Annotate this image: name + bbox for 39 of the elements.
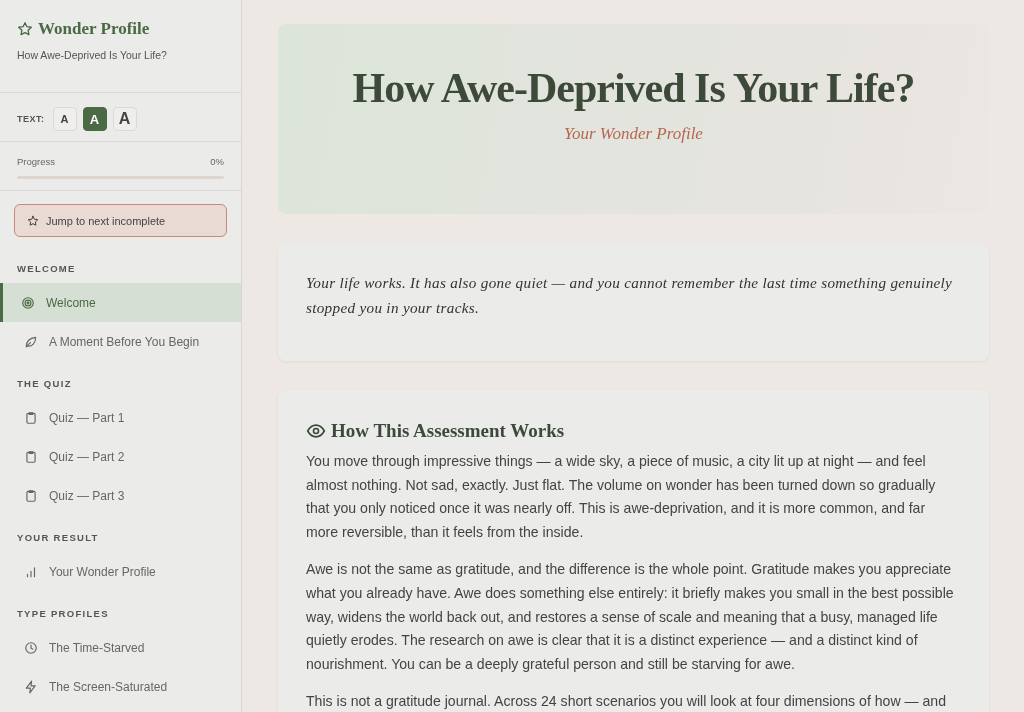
- leaf-icon: [24, 334, 38, 349]
- page-subtitle: Your Wonder Profile: [564, 124, 703, 144]
- text-size-button[interactable]: A: [52, 107, 77, 131]
- star-icon: [17, 21, 33, 37]
- section-heading: WELCOME: [16, 262, 77, 276]
- paragraph: Awe is not the same as gratitude, and the difference is the whole point. Gratitude makes you appreciate what you already have. Awe does something else entirely: it briefly makes you small in the best possible way, widens the world back out, and restores a sense of scale and meaning that a busy, managed life quietly erodes. The research on awe is clear that it is a distinct experience — and a distinct kind of nourishment. You can be a deeply grateful person and still be starving for awe.: [306, 560, 955, 674]
- jump-button[interactable]: Jump to next incomplete: [14, 204, 227, 237]
- lightning-icon: [24, 679, 38, 694]
- section-heading: TYPE PROFILES: [16, 607, 110, 621]
- section-heading: THE QUIZ: [16, 377, 73, 391]
- section-heading: YOUR RESULT: [16, 531, 100, 545]
- clipboard-icon: [24, 488, 38, 503]
- nav-item[interactable]: Quiz — Part 1: [0, 398, 241, 437]
- target-icon: [21, 295, 35, 310]
- nav-item[interactable]: Quiz — Part 3: [0, 476, 241, 515]
- nav-item[interactable]: Quiz — Part 2: [0, 437, 241, 476]
- nav-item[interactable]: The Screen-Saturated: [0, 667, 241, 706]
- progress-label: Progress: [17, 156, 55, 167]
- text-size-button[interactable]: A: [112, 107, 137, 131]
- paragraph: You move through impressive things — a wide sky, a piece of music, a city lit up at night — and feel almost nothing. Not sad, exactly. Just flat. The volume on wonder has been turned down so gradually that you only noticed once it was nearly off. This is awe-deprivation, and it is more common, and far more reversible, than it feels from the inside.: [306, 452, 937, 542]
- eye-icon: [306, 421, 326, 441]
- app-title: Wonder Profile: [38, 19, 150, 39]
- clipboard-icon: [24, 449, 38, 464]
- nav-item[interactable]: The Time-Starved: [0, 628, 241, 667]
- section-heading: How This Assessment Works: [331, 420, 565, 442]
- text-size-label: TEXT:: [17, 114, 45, 124]
- clock-icon: [24, 640, 38, 655]
- nav-item[interactable]: Welcome: [0, 283, 241, 322]
- intro-text: Your life works. It has also gone quiet — and you cannot remember the last time something genuinely stopped you in your tracks.: [305, 273, 954, 318]
- bar-chart-icon: [24, 564, 38, 579]
- star-icon: [27, 214, 39, 227]
- nav-item[interactable]: Your Wonder Profile: [0, 552, 241, 591]
- clipboard-icon: [24, 410, 38, 425]
- paragraph: This is not a gratitude journal. Across 24 short scenarios you will look at four dimensions of how — and: [306, 692, 948, 712]
- page-title: How Awe-Deprived Is Your Life?: [352, 64, 915, 112]
- nav-item[interactable]: A Moment Before You Begin: [0, 322, 241, 361]
- progress-reading: 0%: [210, 156, 224, 167]
- text-size-button[interactable]: A: [82, 107, 107, 131]
- app-subtitle: How Awe-Deprived Is Your Life?: [17, 49, 168, 61]
